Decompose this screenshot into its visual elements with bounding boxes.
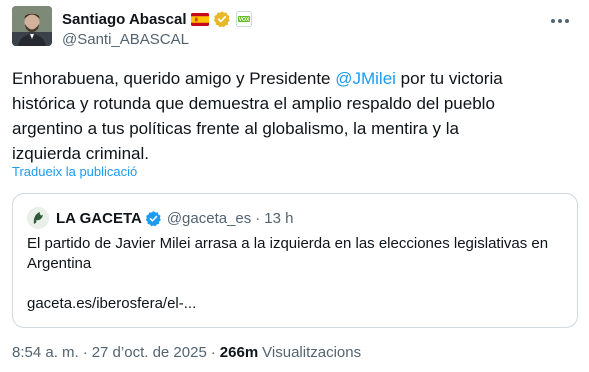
views-count[interactable]: 266m	[220, 344, 258, 361]
quoted-author-handle[interactable]: @gaceta_es	[167, 210, 251, 227]
separator-dot: ·	[255, 209, 261, 227]
more-options-icon[interactable]	[543, 6, 577, 36]
quoted-tweet-time[interactable]: 13 h	[264, 210, 293, 227]
quoted-author-name[interactable]: LA GACETA	[56, 210, 142, 227]
author-name-row: Santiago Abascal VOX	[62, 9, 253, 29]
quoted-tweet-card[interactable]: LA GACETA @gaceta_es · 13 h El partido d…	[12, 193, 578, 328]
separator-dot: ·	[210, 344, 216, 361]
separator-dot: ·	[82, 344, 88, 361]
tweet-text-part: Enhorabuena, querido amigo y Presidente	[12, 69, 336, 88]
author-avatar[interactable]	[12, 6, 52, 46]
quoted-author-avatar[interactable]	[27, 207, 49, 229]
tweet-date[interactable]: 27 d’oct. de 2025	[92, 344, 207, 361]
quoted-tweet-text: El partido de Javier Milei arrasa a la i…	[27, 235, 549, 272]
vox-affiliation-icon[interactable]: VOX	[236, 11, 253, 27]
views-label[interactable]: Visualitzacions	[262, 344, 361, 361]
svg-text:VOX: VOX	[239, 17, 250, 23]
tweet-time[interactable]: 8:54 a. m.	[12, 344, 79, 361]
quoted-tweet-link[interactable]: gaceta.es/iberosfera/el-...	[27, 295, 196, 312]
mention-link[interactable]: @JMilei	[335, 69, 396, 88]
tweet-metadata: 8:54 a. m. · 27 d’oct. de 2025 · 266m Vi…	[12, 344, 361, 361]
translate-post-link[interactable]: Tradueix la publicació	[12, 164, 137, 179]
tweet-text: Enhorabuena, querido amigo y Presidente …	[12, 66, 532, 166]
quoted-tweet-header: LA GACETA @gaceta_es · 13 h	[27, 207, 293, 229]
author-name[interactable]: Santiago Abascal	[62, 11, 186, 28]
author-handle[interactable]: @Santi_ABASCAL	[62, 31, 189, 48]
blue-verified-badge-icon	[145, 210, 162, 227]
gold-verified-badge-icon[interactable]	[213, 10, 231, 28]
spain-flag-icon	[191, 12, 210, 26]
tweet-header: Santiago Abascal VOX @Santi_ABASCAL	[12, 6, 577, 54]
